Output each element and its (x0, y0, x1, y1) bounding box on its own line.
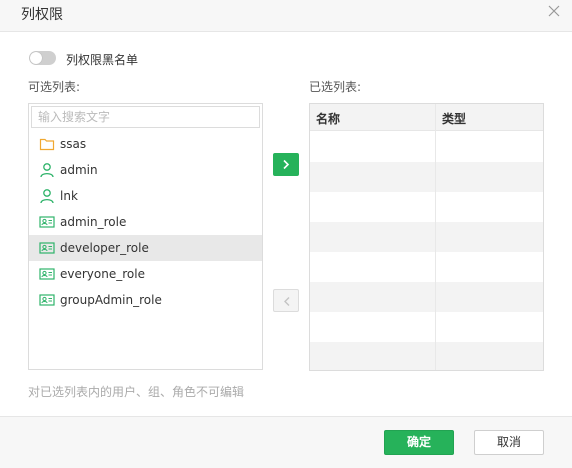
column-header-name: 名称 (316, 112, 341, 126)
toggle-knob (30, 52, 42, 64)
available-list-panel: ssas admin lnk admin_role developer_roleever… (28, 103, 263, 370)
column-header-type: 类型 (442, 112, 467, 126)
blacklist-label: 列权限黑名单 (66, 53, 139, 67)
list-item-label: everyone_role (60, 267, 145, 281)
user-icon (39, 188, 55, 204)
list-item[interactable]: admin (29, 157, 262, 183)
list-item-label: admin (60, 163, 98, 177)
user-icon (39, 162, 55, 178)
list-item[interactable]: ssas (29, 131, 262, 157)
table-row (310, 192, 543, 222)
role-card-icon (39, 240, 55, 256)
list-item[interactable]: lnk (29, 183, 262, 209)
list-item[interactable]: groupAdmin_role (29, 287, 262, 313)
list-item[interactable]: developer_role (29, 235, 262, 261)
table-header: 名称 类型 (310, 104, 543, 131)
remove-from-selected-button[interactable] (273, 289, 299, 312)
search-input[interactable] (31, 106, 260, 128)
list-item[interactable]: admin_role (29, 209, 262, 235)
cancel-button[interactable]: 取消 (474, 430, 544, 455)
role-card-icon (39, 214, 55, 230)
table-row (310, 282, 543, 312)
available-list: ssas admin lnk admin_role developer_roleever… (29, 131, 262, 313)
readonly-note: 对已选列表内的用户、组、角色不可编辑 (28, 385, 245, 399)
blacklist-toggle[interactable] (29, 51, 56, 65)
table-row (310, 342, 543, 370)
table-row (310, 132, 543, 162)
chevron-left-icon (284, 297, 290, 306)
dialog-header: 列权限 (0, 0, 572, 32)
close-icon[interactable] (547, 4, 561, 18)
dialog-title: 列权限 (21, 7, 63, 23)
table-row (310, 222, 543, 252)
chevron-right-icon (283, 159, 290, 170)
list-item-label: groupAdmin_role (60, 293, 162, 307)
table-row (310, 312, 543, 342)
selected-list-label: 已选列表: (309, 80, 362, 94)
folder-icon (39, 136, 55, 152)
table-row (310, 252, 543, 282)
add-to-selected-button[interactable] (273, 153, 299, 176)
list-item-label: developer_role (60, 241, 149, 255)
list-item-label: ssas (60, 137, 87, 151)
table-row (310, 162, 543, 192)
list-item-label: lnk (60, 189, 78, 203)
confirm-button[interactable]: 确定 (384, 430, 454, 455)
available-list-label: 可选列表: (28, 80, 81, 94)
role-card-icon (39, 266, 55, 282)
column-divider (435, 104, 436, 370)
list-item-label: admin_role (60, 215, 127, 229)
dialog-footer: 确定 取消 (0, 416, 572, 468)
selected-list-table: 名称 类型 (309, 103, 544, 371)
role-card-icon (39, 292, 55, 308)
list-item[interactable]: everyone_role (29, 261, 262, 287)
